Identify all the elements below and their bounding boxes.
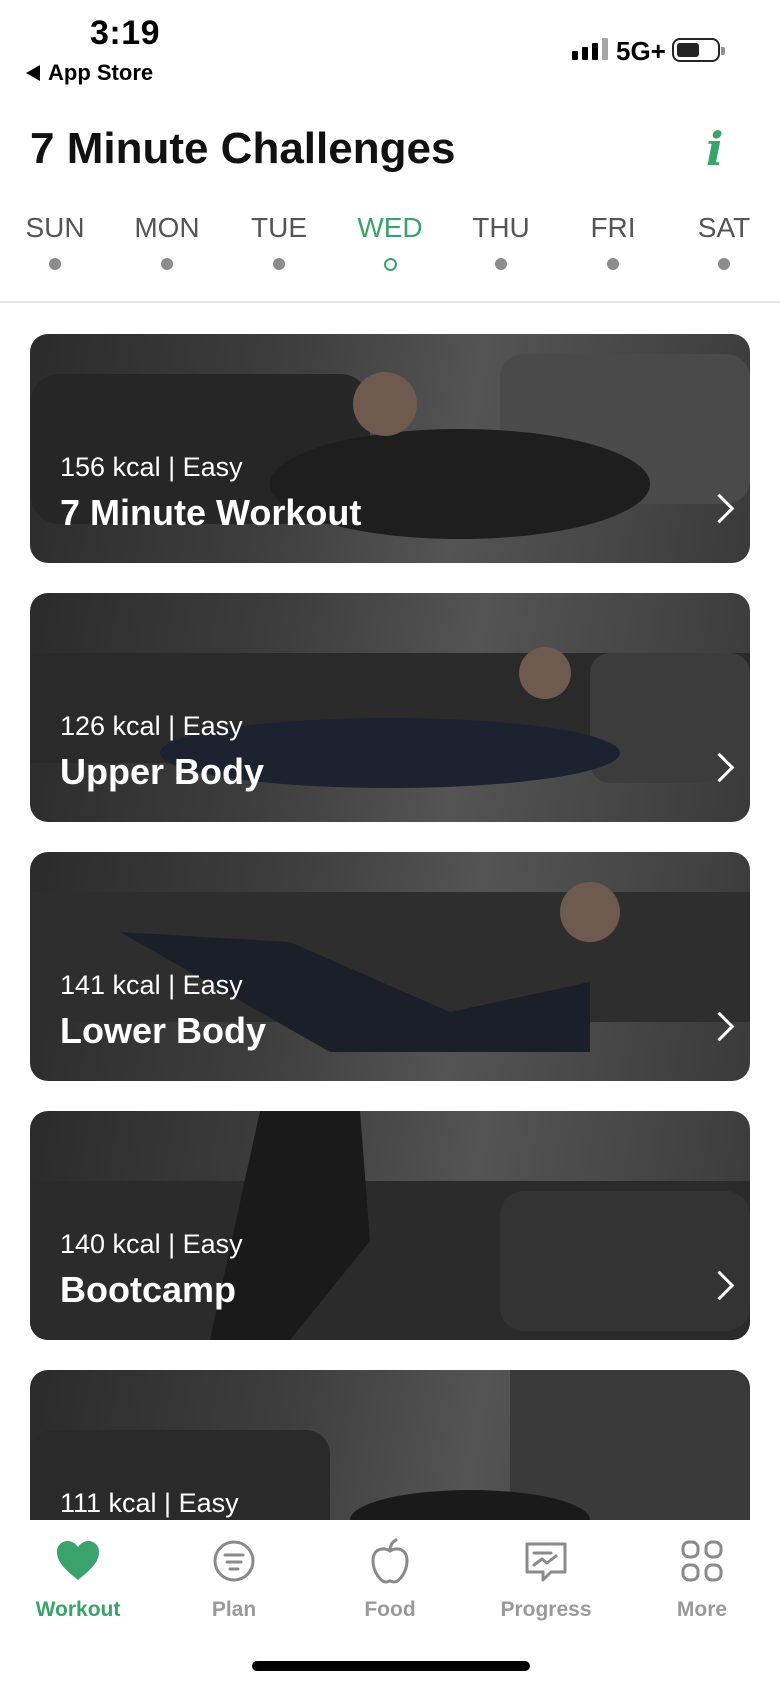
- workout-name: Bootcamp: [60, 1269, 237, 1310]
- workout-name: Upper Body: [60, 751, 265, 792]
- day-label: SUN: [25, 212, 85, 243]
- day-label: MON: [134, 212, 200, 243]
- signal-icon: [572, 38, 608, 60]
- workout-list[interactable]: 156 kcal | Easy 7 Minute Workout 126 kca…: [30, 334, 750, 1520]
- day-label: WED: [357, 212, 423, 243]
- day-label: THU: [472, 212, 530, 243]
- day-dot-icon: [49, 258, 61, 270]
- tab-label: Progress: [500, 1598, 592, 1621]
- day-thu[interactable]: THU: [446, 212, 556, 270]
- day-dot-icon: [273, 258, 285, 270]
- back-to-app-store-link[interactable]: App Store: [26, 60, 153, 86]
- workout-meta: 156 kcal | Easy: [60, 452, 243, 482]
- workout-meta: 140 kcal | Easy: [60, 1229, 243, 1259]
- day-mon[interactable]: MON: [112, 212, 222, 270]
- day-selector: SUN MON TUE WED THU FRI SAT: [0, 212, 780, 302]
- page-title: 7 Minute Challenges: [30, 124, 456, 173]
- workout-meta: 126 kcal | Easy: [60, 711, 243, 741]
- workout-card[interactable]: 140 kcal | Easy Bootcamp: [30, 1111, 750, 1340]
- tab-label: More: [676, 1598, 728, 1621]
- divider: [0, 301, 780, 303]
- tab-plan[interactable]: Plan: [156, 1536, 312, 1622]
- tab-progress[interactable]: Progress: [468, 1536, 624, 1622]
- workout-meta: 141 kcal | Easy: [60, 970, 243, 1000]
- grid-icon: [681, 1540, 723, 1582]
- day-tue[interactable]: TUE: [224, 212, 334, 270]
- workout-card[interactable]: 126 kcal | Easy Upper Body: [30, 593, 750, 822]
- workout-card[interactable]: 141 kcal | Easy Lower Body: [30, 852, 750, 1081]
- progress-icon: [525, 1542, 567, 1582]
- day-sat[interactable]: SAT: [669, 212, 779, 270]
- info-icon[interactable]: i: [706, 122, 723, 176]
- day-dot-icon: [495, 258, 507, 270]
- workout-card[interactable]: 156 kcal | Easy 7 Minute Workout: [30, 334, 750, 563]
- workout-meta: 111 kcal | Easy: [60, 1488, 239, 1518]
- network-type: 5G+: [616, 36, 666, 66]
- heart-icon: [57, 1541, 99, 1580]
- back-label: App Store: [48, 60, 154, 85]
- day-dot-icon: [718, 258, 730, 270]
- day-wed[interactable]: WED: [335, 212, 445, 271]
- back-arrow-icon: [26, 65, 40, 81]
- tab-food[interactable]: Food: [312, 1536, 468, 1622]
- day-dot-icon: [161, 258, 173, 270]
- tab-label: Plan: [211, 1598, 257, 1621]
- apple-icon: [371, 1538, 409, 1584]
- home-indicator[interactable]: [252, 1661, 530, 1671]
- day-label: SAT: [697, 212, 751, 243]
- tab-label: Workout: [35, 1598, 121, 1621]
- tab-more[interactable]: More: [624, 1536, 780, 1622]
- day-label: TUE: [251, 212, 307, 243]
- plan-icon: [213, 1540, 255, 1582]
- day-sun[interactable]: SUN: [0, 212, 110, 270]
- battery-icon: [672, 38, 725, 62]
- status-time: 3:19: [90, 14, 161, 52]
- tab-label: Food: [364, 1598, 416, 1621]
- day-fri[interactable]: FRI: [558, 212, 668, 270]
- day-dot-icon: [607, 258, 619, 270]
- workout-name: 7 Minute Workout: [60, 492, 362, 533]
- day-label: FRI: [590, 212, 636, 243]
- workout-card[interactable]: 111 kcal | Easy: [30, 1370, 750, 1520]
- day-dot-icon: [383, 258, 397, 271]
- tab-workout[interactable]: Workout: [0, 1536, 156, 1622]
- status-bar: 3:19 App Store 5G+: [0, 0, 780, 100]
- workout-name: Lower Body: [60, 1010, 267, 1051]
